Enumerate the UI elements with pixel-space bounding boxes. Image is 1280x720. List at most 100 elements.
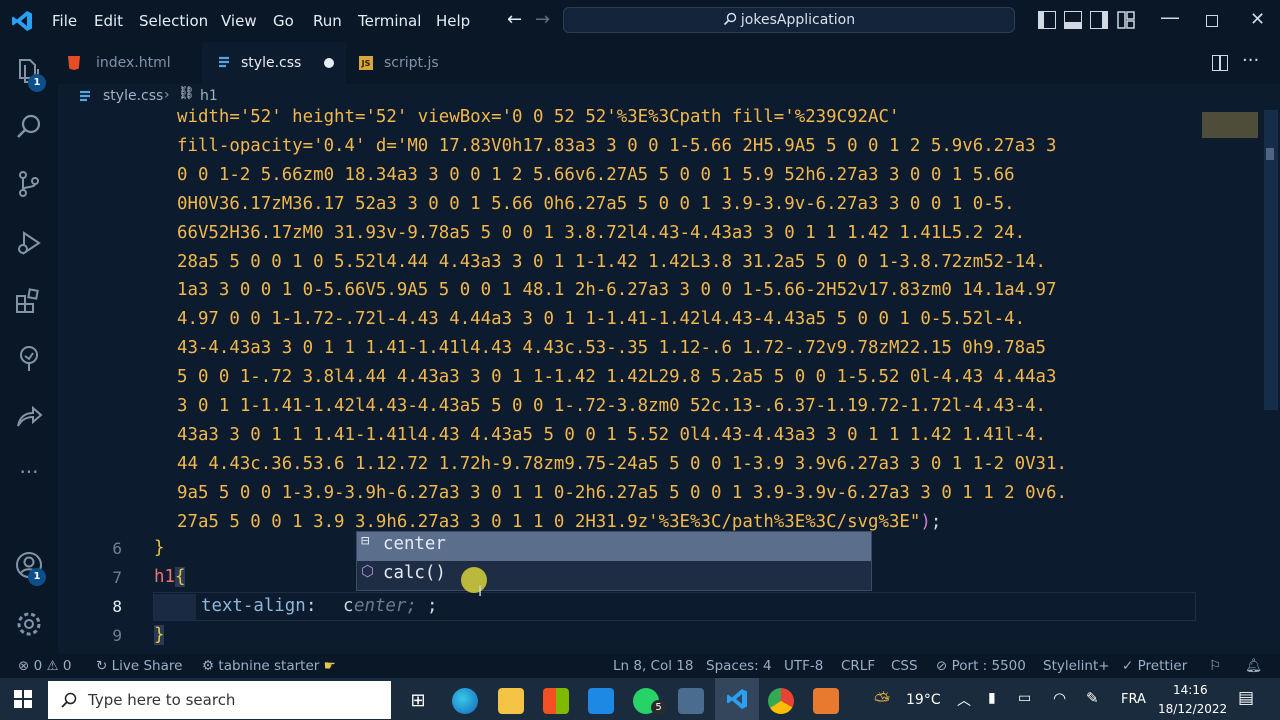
hand-pointer-icon: ☛ [323, 658, 336, 674]
menu-help[interactable]: Help [436, 12, 470, 30]
restore-icon[interactable] [1206, 15, 1218, 27]
input-language[interactable]: FRA [1121, 692, 1146, 707]
recorder-app-icon[interactable] [813, 688, 839, 714]
notifications-bell-icon[interactable]: 🔔︎ [1245, 658, 1262, 674]
tab-label: style.css [241, 55, 302, 71]
extensions-icon[interactable] [14, 286, 44, 316]
windows-start-icon[interactable] [14, 690, 32, 708]
accounts-icon[interactable]: 1 [14, 550, 46, 586]
feedback-icon[interactable]: ⚐ [1209, 658, 1221, 674]
vscode-taskbar-active[interactable] [715, 678, 759, 720]
tabnine-button[interactable]: ⚙ tabnine starter ☛ [202, 658, 336, 674]
weather-icon[interactable]: ⛅︎ [874, 688, 890, 712]
microphone-icon[interactable]: ▮ [988, 690, 996, 706]
toggle-secondary-sidebar-icon[interactable] [1090, 11, 1108, 29]
more-views-icon[interactable]: ··· [14, 460, 44, 490]
tab-script-js[interactable]: JS script.js [346, 42, 490, 84]
vertical-scrollbar[interactable] [1264, 110, 1278, 410]
error-count: 0 [33, 658, 43, 674]
explorer-badge: 1 [28, 74, 46, 92]
remote-desktop-icon[interactable] [678, 688, 704, 714]
problems-indicator[interactable]: ⊗ 0 ⚠ 0 [18, 658, 72, 674]
task-view-icon[interactable]: ⊞ [405, 688, 431, 714]
warning-icon: ⚠ [46, 658, 59, 674]
clock-date[interactable]: 18/12/2022 [1158, 702, 1227, 716]
store-icon[interactable] [543, 688, 569, 714]
breadcrumb-file[interactable]: style.css [103, 88, 163, 104]
status-bar: ⊗ 0 ⚠ 0 ↻ Live Share ⚙ tabnine starter ☛… [0, 654, 1280, 678]
split-editor-icon[interactable] [1212, 55, 1228, 71]
wrapped-code-line: fill-opacity='0.4' d='M0 17.83V0h17.83a3… [177, 135, 1057, 156]
wrapped-code-line: width='52' height='52' viewBox='0 0 52 5… [177, 107, 900, 127]
run-debug-icon[interactable] [14, 228, 44, 258]
suggestion-calc[interactable]: ⬡ calc() [357, 561, 871, 590]
testing-tree-icon[interactable] [14, 344, 44, 374]
search-view-icon[interactable] [14, 112, 44, 142]
source-control-icon[interactable] [14, 169, 44, 199]
edge-browser-icon[interactable] [452, 688, 478, 714]
wifi-icon[interactable]: ◠ [1053, 689, 1066, 707]
menu-file[interactable]: File [52, 12, 77, 30]
tab-style-css[interactable]: style.css [202, 42, 346, 84]
minimap[interactable] [1202, 112, 1258, 138]
breadcrumb-symbol[interactable]: h1 [200, 88, 218, 104]
search-icon [61, 692, 77, 708]
wrapped-code-line: 0 0 1-2 5.66zm0 18.34a3 3 0 0 1 2 5.66v6… [177, 164, 1015, 185]
menu-selection[interactable]: Selection [139, 12, 208, 30]
menu-run[interactable]: Run [313, 12, 342, 30]
wrapped-code-line: 43a3 3 0 1 1 1.41-1.41l4.43 4.43a5 5 0 0… [177, 424, 1047, 445]
unsaved-dot-icon[interactable] [324, 58, 334, 68]
suggestion-label: center [383, 534, 446, 554]
enum-value-icon: ⊟ [361, 533, 370, 549]
toggle-panel-icon[interactable] [1064, 11, 1082, 29]
mail-icon[interactable] [588, 688, 614, 714]
pen-icon[interactable]: ✎ [1086, 689, 1099, 707]
tab-label: script.js [384, 55, 439, 71]
search-placeholder: Type here to search [88, 691, 236, 709]
semicolon: ; [427, 596, 438, 616]
command-center-search[interactable]: jokesApplication [563, 7, 1015, 33]
forward-arrow-icon[interactable]: → [535, 9, 550, 30]
wrapped-code-line: 5 0 0 1-.72 3.8l4.44 4.43a3 3 0 1 1-1.42… [177, 367, 1057, 388]
vscode-logo-icon [11, 10, 33, 32]
live-share-button[interactable]: ↻ Live Share [96, 658, 182, 674]
double-check-icon: ✓ [1122, 658, 1134, 674]
menu-edit[interactable]: Edit [94, 12, 123, 30]
menu-view[interactable]: View [221, 12, 257, 30]
menu-terminal[interactable]: Terminal [358, 12, 421, 30]
tab-index-html[interactable]: index.html [58, 42, 202, 84]
js-icon: JS [359, 56, 373, 70]
cursor-position[interactable]: Ln 8, Col 18 [613, 658, 693, 674]
suggestion-center[interactable]: ⊟ center [357, 532, 871, 561]
encoding[interactable]: UTF-8 [784, 658, 823, 674]
chrome-icon[interactable] [768, 688, 794, 714]
weather-temperature[interactable]: 19°C [906, 692, 941, 708]
line-ending[interactable]: CRLF [841, 658, 875, 674]
indentation[interactable]: Spaces: 4 [706, 658, 772, 674]
taskbar-search-box[interactable]: Type here to search [48, 681, 391, 719]
language-mode[interactable]: CSS [891, 658, 918, 674]
tab-label: index.html [96, 55, 171, 71]
stylelint-status[interactable]: Stylelint+ [1043, 658, 1110, 674]
back-arrow-icon[interactable]: ← [507, 9, 522, 30]
action-center-icon[interactable]: ▤ [1238, 688, 1254, 708]
explorer-icon[interactable]: 1 [14, 56, 46, 92]
ghost-completion: enter; [354, 596, 417, 616]
customize-layout-icon[interactable] [1117, 11, 1135, 29]
menu-go[interactable]: Go [273, 12, 294, 30]
close-window-icon[interactable]: ✕ [1250, 9, 1265, 30]
file-explorer-icon[interactable] [498, 688, 524, 714]
clock-time[interactable]: 14:16 [1173, 683, 1208, 697]
live-server-port[interactable]: ⊘ Port : 5500 [936, 658, 1026, 674]
settings-gear-icon[interactable] [14, 609, 44, 639]
live-share-icon[interactable] [14, 402, 44, 432]
css-property: text-align [201, 596, 306, 616]
toggle-sidebar-icon[interactable] [1038, 11, 1056, 29]
wrapped-code-line: 9a5 5 0 0 1-3.9-3.9h-6.27a3 3 0 1 1 0-2h… [177, 482, 1067, 503]
more-actions-icon[interactable]: ··· [1242, 50, 1259, 71]
chevron-up-icon[interactable]: ︿ [957, 690, 971, 710]
battery-icon[interactable]: ▭ [1018, 690, 1031, 706]
minimize-icon[interactable]: — [1160, 5, 1180, 29]
prettier-status[interactable]: ✓ Prettier [1122, 658, 1187, 674]
mouse-highlight [461, 567, 487, 593]
